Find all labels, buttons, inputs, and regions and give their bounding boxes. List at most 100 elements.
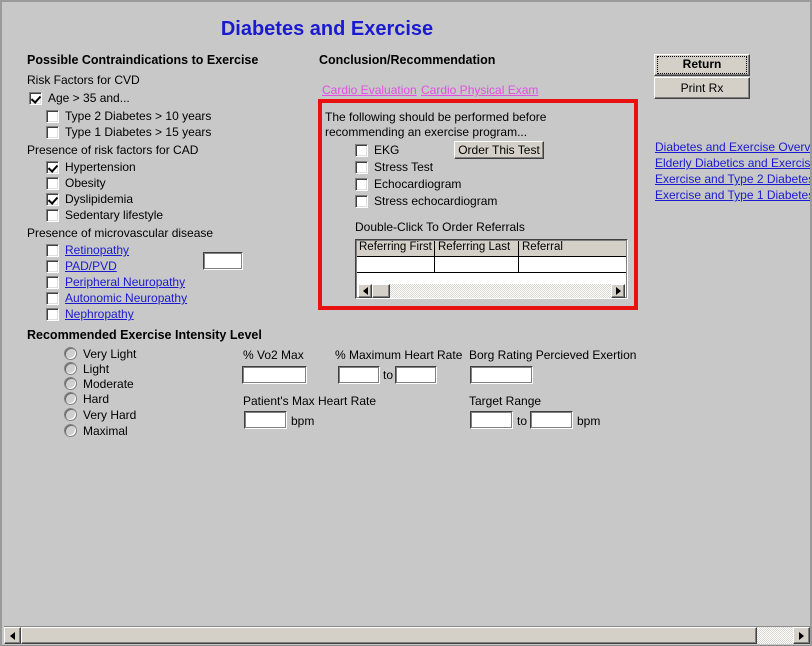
window-scroll-right-icon[interactable] (793, 627, 810, 644)
checkbox-type1-15yrs[interactable] (46, 126, 59, 139)
cell-referring-first[interactable] (356, 257, 435, 272)
label-very-hard: Very Hard (83, 408, 137, 422)
label-stress-echocardiogram: Stress echocardiogram (374, 194, 498, 208)
checkbox-sedentary[interactable] (46, 209, 59, 222)
radio-very-light[interactable] (64, 347, 77, 360)
label-max-heart-rate: % Maximum Heart Rate (335, 348, 463, 362)
link-autonomic-neuropathy[interactable]: Autonomic Neuropathy (65, 291, 187, 305)
label-moderate: Moderate (83, 377, 134, 391)
vo2max-input[interactable] (242, 366, 307, 384)
link-elderly-diabetics-exercise[interactable]: Elderly Diabetics and Exercise (655, 156, 810, 170)
window-hscrollbar[interactable] (4, 626, 810, 644)
link-cardio-evaluation[interactable]: Cardio Evaluation (322, 83, 417, 97)
label-vo2max: % Vo2 Max (243, 348, 304, 362)
label-borg: Borg Rating Percieved Exertion (469, 348, 637, 362)
column-referral[interactable]: Referral (519, 240, 627, 256)
link-exercise-type1-diabetes[interactable]: Exercise and Type 1 Diabetes (655, 188, 810, 202)
patient-max-hr-input[interactable] (244, 411, 287, 429)
target-from-input[interactable] (470, 411, 513, 429)
instruction-line-1: The following should be performed before (325, 110, 547, 124)
form-canvas: Diabetes and Exercise Possible Contraind… (2, 2, 810, 604)
checkbox-peripheral-neuropathy[interactable] (46, 276, 59, 289)
recommendation-panel: The following should be performed before… (318, 99, 638, 310)
contraindications-heading: Possible Contraindications to Exercise (27, 53, 259, 67)
scroll-track[interactable] (390, 284, 611, 298)
link-retinopathy[interactable]: Retinopathy (65, 243, 129, 257)
label-age-35: Age > 35 and... (48, 91, 130, 105)
label-target-unit: bpm (577, 414, 601, 428)
group-label-risk-cvd: Risk Factors for CVD (27, 73, 140, 87)
label-maximal: Maximal (83, 424, 128, 438)
radio-very-hard[interactable] (64, 408, 77, 421)
checkbox-dyslipidemia[interactable] (46, 193, 59, 206)
window-scroll-track[interactable] (757, 627, 793, 644)
page-title: Diabetes and Exercise (220, 18, 434, 40)
checkbox-autonomic-neuropathy[interactable] (46, 292, 59, 305)
table-row[interactable] (356, 257, 627, 273)
checkbox-ekg[interactable] (355, 144, 368, 157)
label-ekg: EKG (374, 143, 400, 157)
label-obesity: Obesity (65, 176, 106, 190)
label-echocardiogram: Echocardiogram (374, 177, 462, 191)
link-peripheral-neuropathy[interactable]: Peripheral Neuropathy (65, 275, 185, 289)
instruction-line-2: recommending an exercise program... (325, 125, 528, 139)
label-stress-test: Stress Test (374, 160, 434, 174)
application-window: Diabetes and Exercise Possible Contraind… (0, 0, 812, 646)
column-referring-last[interactable]: Referring Last (435, 240, 519, 256)
referral-grid[interactable]: Referring First Referring Last Referral (355, 239, 628, 299)
label-type2-10yrs: Type 2 Diabetes > 10 years (65, 109, 212, 123)
target-to-input[interactable] (530, 411, 573, 429)
checkbox-age-35[interactable] (29, 92, 42, 105)
referral-grid-header: Referring First Referring Last Referral (356, 240, 627, 257)
microvascular-note-input[interactable] (203, 252, 243, 270)
label-light: Light (83, 362, 110, 376)
checkbox-stress-echocardiogram[interactable] (355, 195, 368, 208)
label-target-to: to (517, 414, 528, 428)
label-type1-15yrs: Type 1 Diabetes > 15 years (65, 125, 212, 139)
window-scroll-left-icon[interactable] (4, 627, 21, 644)
conclusion-heading: Conclusion/Recommendation (319, 53, 496, 67)
scroll-right-icon[interactable] (611, 284, 625, 298)
radio-light[interactable] (64, 362, 77, 375)
referral-grid-hscrollbar[interactable] (358, 284, 625, 298)
checkbox-stress-test[interactable] (355, 161, 368, 174)
column-referring-first[interactable]: Referring First (356, 240, 435, 256)
scroll-thumb[interactable] (372, 284, 390, 298)
referrals-instruction: Double-Click To Order Referrals (355, 220, 525, 234)
radio-maximal[interactable] (64, 424, 77, 437)
checkbox-obesity[interactable] (46, 177, 59, 190)
maxhr-to-input[interactable] (395, 366, 437, 384)
label-maxhr-to: to (383, 368, 394, 382)
checkbox-hypertension[interactable] (46, 161, 59, 174)
order-this-test-button[interactable]: Order This Test (454, 141, 544, 159)
window-scroll-thumb[interactable] (21, 627, 757, 644)
return-button[interactable]: Return (654, 54, 750, 76)
cell-referring-last[interactable] (435, 257, 519, 272)
link-cardio-physical-exam[interactable]: Cardio Physical Exam (421, 83, 538, 97)
print-rx-button[interactable]: Print Rx (654, 77, 750, 99)
label-sedentary: Sedentary lifestyle (65, 208, 164, 222)
link-exercise-type2-diabetes[interactable]: Exercise and Type 2 Diabetes (655, 172, 810, 186)
label-patient-max-hr: Patient's Max Heart Rate (243, 394, 377, 408)
cell-referral[interactable] (519, 257, 627, 272)
radio-moderate[interactable] (64, 377, 77, 390)
group-label-microvascular: Presence of microvascular disease (27, 226, 214, 240)
link-pad-pvd[interactable]: PAD/PVD (65, 259, 117, 273)
radio-hard[interactable] (64, 392, 77, 405)
checkbox-type2-10yrs[interactable] (46, 110, 59, 123)
label-very-light: Very Light (83, 347, 137, 361)
checkbox-nephropathy[interactable] (46, 308, 59, 321)
link-diabetes-exercise-overview[interactable]: Diabetes and Exercise Overview (655, 140, 810, 154)
checkbox-pad-pvd[interactable] (46, 260, 59, 273)
checkbox-echocardiogram[interactable] (355, 178, 368, 191)
checkbox-retinopathy[interactable] (46, 244, 59, 257)
group-label-risk-cad: Presence of risk factors for CAD (27, 143, 199, 157)
label-hypertension: Hypertension (65, 160, 136, 174)
link-nephropathy[interactable]: Nephropathy (65, 307, 134, 321)
scroll-left-icon[interactable] (358, 284, 372, 298)
label-dyslipidemia: Dyslipidemia (65, 192, 134, 206)
borg-input[interactable] (470, 366, 533, 384)
label-target-range: Target Range (469, 394, 542, 408)
maxhr-from-input[interactable] (338, 366, 380, 384)
label-patient-max-hr-unit: bpm (291, 414, 315, 428)
